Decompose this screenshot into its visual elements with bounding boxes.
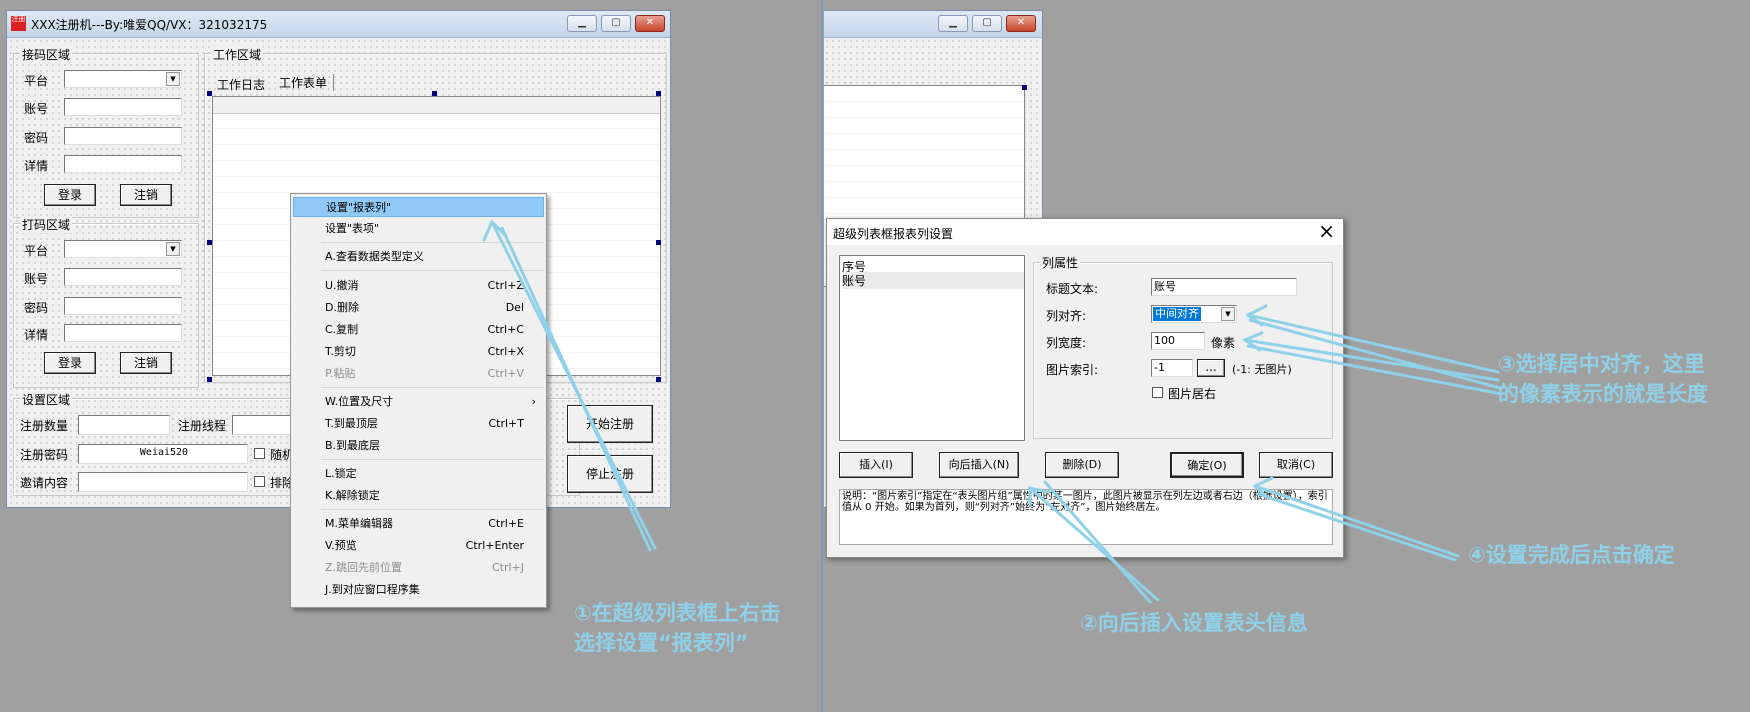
annotation-arrow-4 (1253, 484, 1460, 558)
annotation-step-1-line1: ①在超级列表框上右击 (574, 601, 781, 625)
annotation-step-4: ④设置完成后点击确定 (1468, 543, 1675, 567)
annotation-step-2: ②向后插入设置表头信息 (1080, 611, 1308, 635)
annotation-arrow-1-inner (500, 226, 652, 552)
annotation-arrow-4-inner (1256, 492, 1457, 562)
annotation-step-3: ③选择居中对齐，这里 的像素表示的就是长度 (1498, 349, 1708, 409)
annotation-step-1-line2: 选择设置“报表列” (574, 631, 749, 655)
annotation-step-1: ①在超级列表框上右击 选择设置“报表列” (574, 598, 781, 658)
annotation-step-3-line2: 的像素表示的就是长度 (1498, 382, 1708, 406)
annotation-arrows (482, 219, 1504, 604)
annotation-arrow-2 (1028, 486, 1160, 602)
annotation-arrow-3a (1246, 313, 1500, 374)
annotation-arrow-2-inner (1043, 480, 1152, 604)
annotation-arrow-3b (1243, 338, 1500, 382)
annotation-step-3-line1: ③选择居中对齐，这里 (1498, 352, 1705, 376)
